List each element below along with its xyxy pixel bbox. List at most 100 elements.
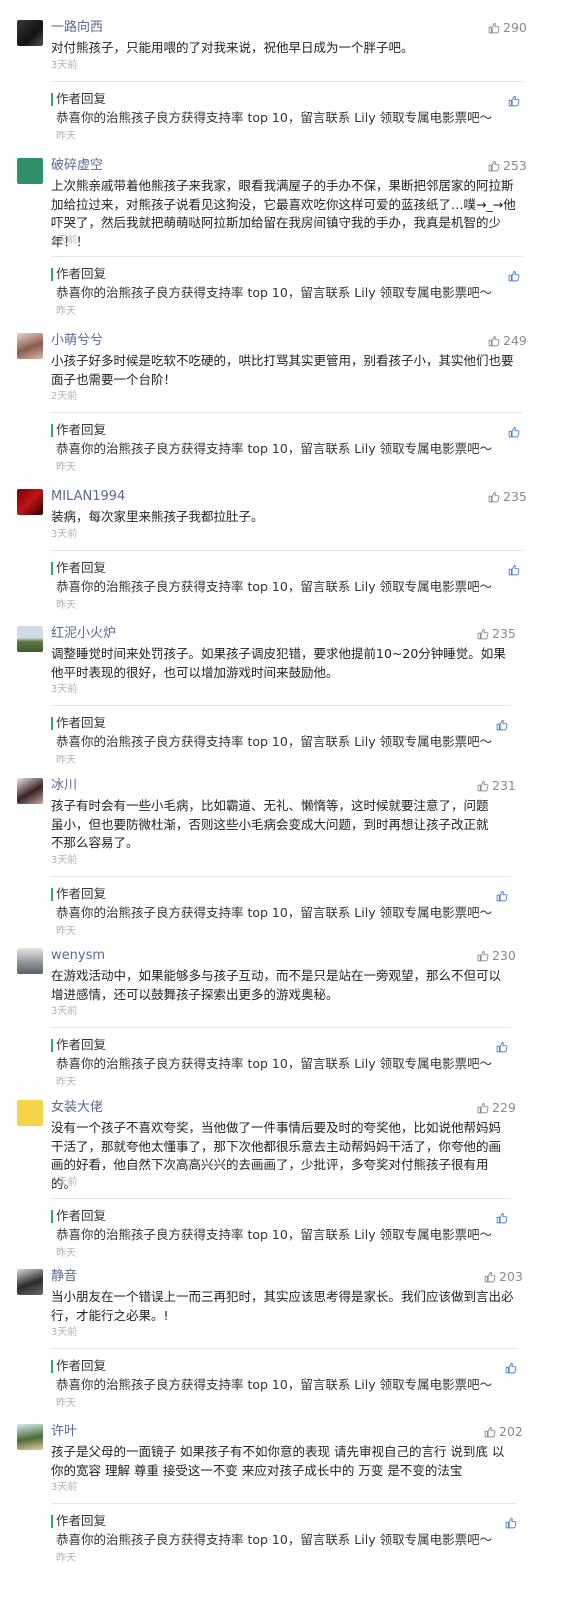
thumb-up-icon [496, 1209, 508, 1228]
like-button[interactable]: 230 [477, 949, 516, 963]
commenter-name[interactable]: 一路向西 [51, 20, 103, 36]
reply-time: 昨天 [56, 1247, 76, 1259]
like-button[interactable]: 231 [477, 779, 516, 793]
avatar-child-photo [17, 1424, 43, 1450]
comment-text: 当小朋友在一个错误上一而三再犯时，其实应该思考得是家长。我们应该做到言出必行，才… [51, 1289, 514, 1323]
reply-accent-bar [51, 92, 53, 106]
like-count: 231 [492, 778, 516, 793]
avatar[interactable] [17, 333, 43, 359]
avatar[interactable] [17, 1424, 43, 1450]
author-reply-text: 恭喜你的治熊孩子良方获得支持率 top 10，留言联系 Lily 领取专属电影票… [56, 904, 493, 920]
commenter-name[interactable]: MILAN1994 [51, 489, 125, 505]
author-reply-label: 作者回复 [56, 1207, 107, 1223]
commenter-name[interactable]: wenysm [51, 948, 105, 964]
commenter-name[interactable]: 冰川 [51, 778, 77, 794]
like-button[interactable]: 235 [477, 627, 516, 641]
comment-time: 2天前 [51, 391, 78, 402]
reply-like-button[interactable] [496, 1209, 508, 1228]
commenter-name[interactable]: 小萌兮兮 [51, 333, 103, 349]
like-count: 249 [503, 333, 527, 348]
like-button[interactable]: 229 [477, 1101, 516, 1115]
avatar[interactable] [17, 626, 43, 652]
reply-accent-bar [51, 717, 53, 730]
author-reply-label: 作者回复 [56, 90, 107, 106]
like-count: 202 [499, 1424, 523, 1439]
comment-time: 3天前 [51, 528, 78, 540]
avatar[interactable] [17, 1100, 43, 1126]
author-reply-label: 作者回复 [56, 1513, 107, 1528]
author-reply-text: 恭喜你的治熊孩子良方获得支持率 top 10，留言联系 Lily 领取专属电影票… [56, 441, 493, 456]
reply-like-button[interactable] [508, 92, 520, 111]
author-reply-text: 恭喜你的治熊孩子良方获得支持率 top 10，留言联系 Lily 领取专属电影票… [56, 734, 493, 749]
like-button[interactable]: 202 [484, 1425, 523, 1439]
commenter-name[interactable]: 红泥小火炉 [51, 626, 116, 642]
like-button[interactable]: 203 [484, 1270, 523, 1284]
comment-text: 调整睡觉时间来处罚孩子。如果孩子调皮犯错，要求他提前10~20分钟睡觉。如果他平… [51, 646, 506, 680]
thumb-up-icon [505, 1514, 517, 1533]
reply-like-button[interactable] [496, 1038, 508, 1057]
reply-like-button[interactable] [505, 1514, 517, 1533]
divider [51, 1027, 511, 1028]
avatar-dark-photo [17, 20, 43, 46]
thumb-up-icon [508, 561, 520, 580]
comment-text: 装病，每次家里来熊孩子我都拉肚子。 [51, 509, 264, 524]
like-button[interactable]: 249 [488, 334, 527, 348]
like-count: 230 [492, 948, 516, 963]
author-reply-text: 恭喜你的治熊孩子良方获得支持率 top 10，留言联系 Lily 领取专属电影票… [56, 1226, 493, 1242]
avatar-green-logo [17, 158, 43, 184]
comment-text: 在游戏活动中，如果能够多与孩子互动，而不是只是站在一旁观望，那么不但可以增进感情… [51, 968, 502, 1002]
avatar[interactable] [17, 948, 43, 974]
thumb-up-icon [484, 1424, 499, 1439]
comment-text: 对付熊孩子，只能用喂的了对我来说，祝他早日成为一个胖子吧。 [51, 40, 414, 55]
thumb-up-icon [477, 626, 492, 641]
comment-text: 上次熊亲戚带着他熊孩子来我家，眼看我满屋子的手办不保，果断把邻居家的阿拉斯加给拉… [51, 178, 516, 249]
avatar[interactable] [17, 1269, 43, 1295]
avatar-girl-photo [17, 333, 43, 359]
reply-time: 昨天 [56, 130, 76, 142]
comment-time: 3天前 [51, 1327, 78, 1338]
reply-time: 昨天 [56, 1077, 76, 1088]
divider [51, 705, 511, 706]
avatar[interactable] [17, 489, 43, 515]
commenter-name[interactable]: 破碎虚空 [51, 158, 103, 174]
like-button[interactable]: 253 [488, 159, 527, 173]
reply-time: 昨天 [56, 925, 76, 937]
author-reply-text: 恭喜你的治熊孩子良方获得支持率 top 10，留言联系 Lily 领取专属电影票… [56, 284, 493, 300]
like-button[interactable]: 235 [488, 490, 527, 504]
avatar[interactable] [17, 20, 43, 46]
author-reply-label: 作者回复 [56, 885, 107, 901]
divider [51, 412, 523, 413]
reply-like-button[interactable] [508, 267, 520, 286]
reply-like-button[interactable] [508, 423, 520, 442]
thumb-up-icon [496, 887, 508, 906]
author-reply-label: 作者回复 [56, 1358, 107, 1373]
avatar-dark-figure [17, 1269, 43, 1295]
reply-time: 昨天 [56, 462, 76, 473]
reply-like-button[interactable] [496, 887, 508, 906]
thumb-up-icon [488, 20, 503, 35]
author-reply-label: 作者回复 [56, 559, 107, 575]
reply-like-button[interactable] [505, 1359, 517, 1378]
reply-time: 昨天 [56, 1398, 76, 1409]
commenter-name[interactable]: 静音 [51, 1269, 77, 1285]
thumb-up-icon [508, 92, 520, 111]
thumb-up-icon [484, 1269, 499, 1284]
thumb-up-icon [496, 716, 508, 735]
commenter-name[interactable]: 许叶 [51, 1424, 77, 1440]
like-button[interactable]: 290 [488, 21, 527, 35]
divider [51, 80, 523, 82]
author-reply-text: 恭喜你的治熊孩子良方获得支持率 top 10，留言联系 Lily 领取专属电影票… [56, 578, 493, 594]
like-count: 229 [492, 1100, 516, 1115]
reply-accent-bar [51, 1039, 53, 1052]
author-reply-label: 作者回复 [56, 422, 107, 437]
commenter-name[interactable]: 女装大佬 [51, 1100, 103, 1116]
avatar[interactable] [17, 158, 43, 184]
reply-like-button[interactable] [496, 716, 508, 735]
reply-like-button[interactable] [508, 561, 520, 580]
like-count: 203 [499, 1269, 523, 1284]
comment-time: 3天前 [51, 854, 78, 866]
divider [51, 549, 523, 551]
comment-text: 孩子有时会有一些小毛病，比如霸道、无礼、懒惰等，这时候就要注意了，问题虽小，但也… [51, 798, 489, 850]
reply-time: 昨天 [56, 1553, 76, 1564]
avatar[interactable] [17, 778, 43, 804]
